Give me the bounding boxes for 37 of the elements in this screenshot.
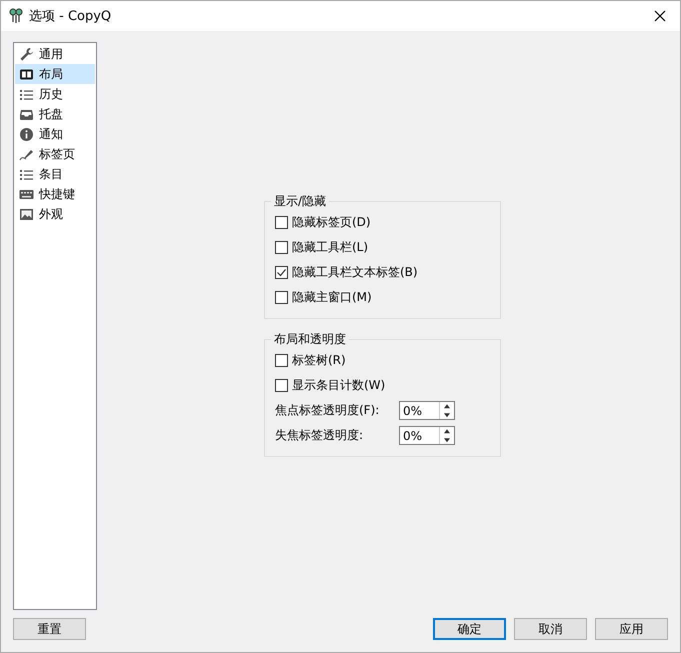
category-item[interactable]: 外观 <box>15 204 95 224</box>
field-label: 失焦标签透明度: <box>275 427 364 444</box>
category-item[interactable]: 通用 <box>15 44 95 64</box>
category-item[interactable]: 布局 <box>15 64 95 84</box>
spin-box[interactable]: 0% <box>399 426 455 445</box>
checkbox-label: 隐藏工具栏文本标签(B) <box>292 264 418 281</box>
dialog-button[interactable]: 取消 <box>514 618 587 640</box>
dialog-button[interactable]: 确定 <box>433 618 506 640</box>
checkbox[interactable] <box>275 291 288 304</box>
checkbox[interactable] <box>275 266 288 279</box>
close-icon[interactable] <box>654 10 666 22</box>
category-item[interactable]: 标签页 <box>15 144 95 164</box>
wrench-icon <box>19 46 34 62</box>
checkbox[interactable] <box>275 379 288 392</box>
field-label: 焦点标签透明度(F): <box>275 402 380 419</box>
category-item[interactable]: 通知 <box>15 124 95 144</box>
columns-icon <box>19 66 34 82</box>
category-item[interactable]: 快捷键 <box>15 184 95 204</box>
image-icon <box>19 206 34 222</box>
reset-button[interactable]: 重置 <box>13 618 86 640</box>
category-item[interactable]: 条目 <box>15 164 95 184</box>
checkbox[interactable] <box>275 241 288 254</box>
checkbox-label: 隐藏标签页(D) <box>292 214 371 231</box>
info-icon <box>19 126 34 142</box>
checkbox-label: 隐藏工具栏(L) <box>292 239 368 256</box>
app-logo-icon <box>9 8 23 24</box>
checkbox-label: 隐藏主窗口(M) <box>292 289 372 306</box>
checkbox-label: 标签树(R) <box>292 352 346 369</box>
spin-box[interactable]: 0% <box>399 401 455 420</box>
checkbox-label: 显示条目计数(W) <box>292 377 386 394</box>
checkbox[interactable] <box>275 354 288 367</box>
group-title: 显示/隐藏 <box>271 193 330 210</box>
window-title: 选项 - CopyQ <box>29 8 112 25</box>
checkbox[interactable] <box>275 216 288 229</box>
dialog-button[interactable]: 应用 <box>595 618 668 640</box>
category-item[interactable]: 历史 <box>15 84 95 104</box>
category-item[interactable]: 托盘 <box>15 104 95 124</box>
